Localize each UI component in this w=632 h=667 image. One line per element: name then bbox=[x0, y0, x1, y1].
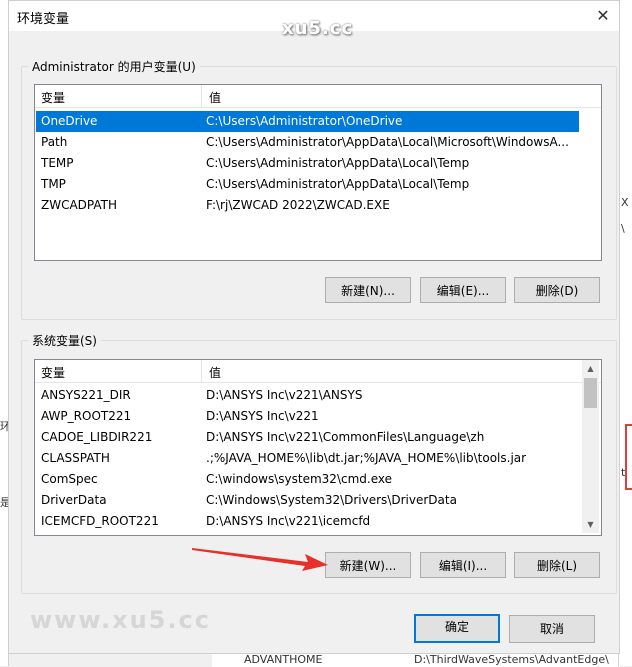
system-list-scrollbar[interactable]: ▲ ▼ bbox=[582, 360, 599, 533]
user-delete-button[interactable]: 删除(D) bbox=[514, 277, 600, 303]
variable-name: ANSYS221_DIR bbox=[41, 388, 131, 402]
variable-name: ZWCADPATH bbox=[41, 198, 118, 212]
variable-value: F:\rj\ZWCAD 2022\ZWCAD.EXE bbox=[206, 198, 390, 212]
variable-value: C:\Users\Administrator\AppData\Local\Tem… bbox=[206, 177, 470, 191]
user-variables-list[interactable]: 变量 值 OneDrive C:\Users\Administrator\One… bbox=[34, 84, 602, 261]
list-item[interactable]: OneDrive C:\Users\Administrator\OneDrive bbox=[36, 111, 579, 132]
system-variables-label: 系统变量(S) bbox=[28, 332, 101, 349]
list-item[interactable]: TMP C:\Users\Administrator\AppData\Local… bbox=[36, 174, 579, 195]
list-item[interactable]: TEMP C:\Users\Administrator\AppData\Loca… bbox=[36, 153, 579, 174]
list-header: 变量 值 bbox=[35, 360, 601, 383]
variable-name: AWP_ROOT221 bbox=[41, 409, 132, 423]
variable-value: C:\Users\Administrator\AppData\Local\Mic… bbox=[206, 135, 569, 149]
cancel-button[interactable]: 取消 bbox=[509, 615, 595, 643]
user-edit-button[interactable]: 编辑(E)... bbox=[420, 277, 506, 303]
background-window-bottom: ADVANTHOME D:\ThirdWaveSystems\AdvantEdg… bbox=[212, 652, 618, 667]
user-variables-label: Administrator 的用户变量(U) bbox=[28, 58, 200, 75]
annotation-arrow-icon bbox=[192, 548, 328, 571]
column-header-variable[interactable]: 变量 bbox=[41, 89, 65, 106]
background-highlight-box bbox=[625, 424, 632, 490]
variable-name: Path bbox=[41, 135, 68, 149]
variable-name: ICEMCFD_ROOT221 bbox=[41, 514, 159, 528]
list-item[interactable]: Path C:\Users\Administrator\AppData\Loca… bbox=[36, 132, 579, 153]
system-delete-button[interactable]: 删除(L) bbox=[514, 552, 600, 578]
variable-value: C:\Users\Administrator\OneDrive bbox=[206, 114, 403, 128]
dialog-title: 环境变量 bbox=[17, 12, 70, 27]
variable-name: TMP bbox=[41, 177, 66, 191]
column-divider[interactable] bbox=[201, 360, 202, 382]
variable-name: CLASSPATH bbox=[41, 451, 110, 465]
column-header-value[interactable]: 值 bbox=[209, 89, 221, 106]
variable-name: CADOE_LIBDIR221 bbox=[41, 430, 153, 444]
list-item[interactable]: AWP_ROOT221 D:\ANSYS Inc\v221 bbox=[36, 406, 582, 427]
system-new-button[interactable]: 新建(W)... bbox=[325, 552, 411, 578]
variable-name: ComSpec bbox=[41, 472, 98, 486]
list-item[interactable]: DriverData C:\Windows\System32\Drivers\D… bbox=[36, 490, 582, 511]
column-divider[interactable] bbox=[201, 85, 202, 107]
column-header-variable[interactable]: 变量 bbox=[41, 364, 65, 381]
variable-value: D:\ANSYS Inc\v221\CommonFiles\Language\z… bbox=[206, 430, 485, 444]
ok-button[interactable]: 确定 bbox=[414, 614, 500, 643]
variable-value: C:\Windows\System32\Drivers\DriverData bbox=[206, 493, 457, 507]
list-item[interactable]: CADOE_LIBDIR221 D:\ANSYS Inc\v221\Common… bbox=[36, 427, 582, 448]
background-text: X bbox=[621, 196, 629, 209]
scroll-up-icon[interactable]: ▲ bbox=[582, 360, 599, 377]
scrollbar-thumb[interactable] bbox=[584, 378, 597, 408]
variable-name: TEMP bbox=[41, 156, 74, 170]
list-item[interactable]: ANSYS221_DIR D:\ANSYS Inc\v221\ANSYS bbox=[36, 385, 582, 406]
user-new-button[interactable]: 新建(N)... bbox=[325, 277, 411, 303]
variable-value: C:\Users\Administrator\AppData\Local\Tem… bbox=[206, 156, 470, 170]
background-var-value: D:\ThirdWaveSystems\AdvantEdge\ bbox=[414, 653, 609, 666]
column-header-value[interactable]: 值 bbox=[209, 364, 221, 381]
variable-value: D:\ANSYS Inc\v221\ANSYS bbox=[206, 388, 363, 402]
variable-value: D:\ANSYS Inc\v221\icemcfd bbox=[206, 514, 371, 528]
variable-value: C:\windows\system32\cmd.exe bbox=[206, 472, 392, 486]
system-variables-list[interactable]: 变量 值 ANSYS221_DIR D:\ANSYS Inc\v221\ANSY… bbox=[34, 359, 602, 536]
scroll-down-icon[interactable]: ▼ bbox=[582, 516, 599, 533]
watermark-top: xu5.cc bbox=[282, 18, 354, 39]
system-edit-button[interactable]: 编辑(I)... bbox=[420, 552, 506, 578]
list-item[interactable]: CLASSPATH .;%JAVA_HOME%\lib\dt.jar;%JAVA… bbox=[36, 448, 582, 469]
close-icon[interactable]: ✕ bbox=[593, 6, 613, 26]
background-text: \ bbox=[621, 222, 625, 235]
background-window-right: X \ t bbox=[618, 0, 632, 666]
variable-value: D:\ANSYS Inc\v221 bbox=[206, 409, 319, 423]
variable-name: OneDrive bbox=[41, 114, 98, 128]
list-item[interactable]: ZWCADPATH F:\rj\ZWCAD 2022\ZWCAD.EXE bbox=[36, 195, 579, 216]
background-var-name: ADVANTHOME bbox=[244, 653, 323, 666]
list-item[interactable]: ComSpec C:\windows\system32\cmd.exe bbox=[36, 469, 582, 490]
variable-value: .;%JAVA_HOME%\lib\dt.jar;%JAVA_HOME%\lib… bbox=[206, 451, 527, 465]
watermark-bottom: www.xu5.cc bbox=[30, 606, 211, 634]
list-header: 变量 值 bbox=[35, 85, 601, 108]
list-item[interactable]: ICEMCFD_ROOT221 D:\ANSYS Inc\v221\icemcf… bbox=[36, 511, 582, 532]
user-variables-group: Administrator 的用户变量(U) 变量 值 OneDrive C:\… bbox=[21, 58, 617, 320]
variable-name: DriverData bbox=[41, 493, 107, 507]
